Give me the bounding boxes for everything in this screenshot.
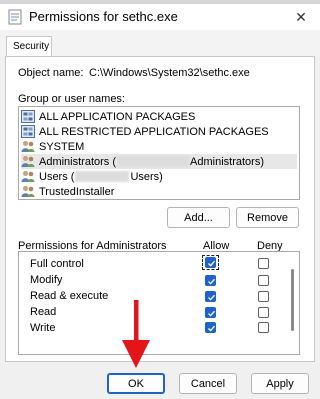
object-name-label: Object name: — [18, 67, 84, 79]
tab-bar: Security — [0, 30, 320, 57]
group-item-users[interactable]: Users ( Users) — [21, 169, 297, 184]
users-icon — [21, 171, 35, 182]
package-group-icon — [21, 125, 35, 138]
title-bar: Permissions for sethc.exe ✕ — [0, 4, 320, 30]
permission-read: Read — [30, 306, 57, 318]
tab-security[interactable]: Security — [6, 36, 52, 57]
close-button[interactable]: ✕ — [288, 6, 314, 28]
group-item-label: ALL APPLICATION PACKAGES — [39, 110, 196, 123]
redacted-computer-name — [117, 156, 190, 167]
package-group-icon — [21, 110, 35, 123]
group-item-label: ALL RESTRICTED APPLICATION PACKAGES — [39, 125, 269, 138]
permissions-scrollbar[interactable] — [291, 269, 294, 331]
group-item-label-end: Administrators) — [190, 155, 264, 168]
users-icon — [21, 156, 35, 167]
group-list[interactable]: ALL APPLICATION PACKAGES ALL RESTRICTED … — [18, 106, 300, 200]
group-item-label: TrustedInstaller — [39, 185, 115, 198]
remove-button[interactable]: Remove — [236, 207, 299, 228]
red-arrow-annotation-icon — [122, 300, 150, 368]
allow-read-execute-checkbox[interactable] — [205, 291, 216, 302]
allow-full-control-checkbox[interactable] — [205, 257, 216, 268]
deny-read-execute-checkbox[interactable] — [258, 291, 269, 302]
users-icon — [21, 141, 35, 152]
group-item-administrators[interactable]: Administrators ( Administrators) — [21, 154, 297, 169]
group-item-all-application-packages[interactable]: ALL APPLICATION PACKAGES — [21, 109, 297, 124]
cancel-button[interactable]: Cancel — [179, 373, 237, 394]
group-item-label-start: Users ( — [39, 170, 75, 183]
group-item-label: SYSTEM — [39, 140, 85, 153]
checkmark-icon — [208, 325, 216, 332]
checkmark-icon — [208, 310, 216, 317]
deny-modify-checkbox[interactable] — [258, 275, 269, 286]
redacted-computer-name — [75, 171, 130, 182]
checkmark-icon — [208, 278, 216, 285]
apply-button[interactable]: Apply — [251, 373, 309, 394]
checkmark-icon — [208, 294, 216, 301]
allow-write-checkbox[interactable] — [205, 322, 216, 333]
permission-read-execute: Read & execute — [30, 290, 109, 302]
group-item-system[interactable]: SYSTEM — [21, 139, 297, 154]
deny-full-control-checkbox[interactable] — [258, 258, 269, 269]
checkmark-icon — [208, 260, 216, 267]
allow-read-checkbox[interactable] — [205, 307, 216, 318]
users-icon — [21, 186, 35, 197]
group-item-trustedinstaller[interactable]: TrustedInstaller — [21, 184, 297, 199]
group-item-label-end: Users) — [130, 170, 163, 183]
permission-write: Write — [30, 322, 56, 334]
add-button[interactable]: Add... — [167, 207, 230, 228]
ok-button[interactable]: OK — [107, 373, 165, 394]
permission-full-control: Full control — [30, 258, 84, 270]
deny-write-checkbox[interactable] — [258, 322, 269, 333]
group-item-label-start: Administrators ( — [39, 155, 117, 168]
allow-modify-checkbox[interactable] — [205, 275, 216, 286]
group-names-label: Group or user names: — [18, 93, 125, 105]
window-title: Permissions for sethc.exe — [29, 9, 178, 24]
permission-modify: Modify — [30, 274, 63, 286]
group-item-all-restricted-application-packages[interactable]: ALL RESTRICTED APPLICATION PACKAGES — [21, 124, 297, 139]
object-name-value: C:\Windows\System32\sethc.exe — [89, 67, 250, 79]
shield-file-icon — [8, 9, 22, 25]
deny-read-checkbox[interactable] — [258, 307, 269, 318]
close-icon: ✕ — [295, 8, 307, 25]
